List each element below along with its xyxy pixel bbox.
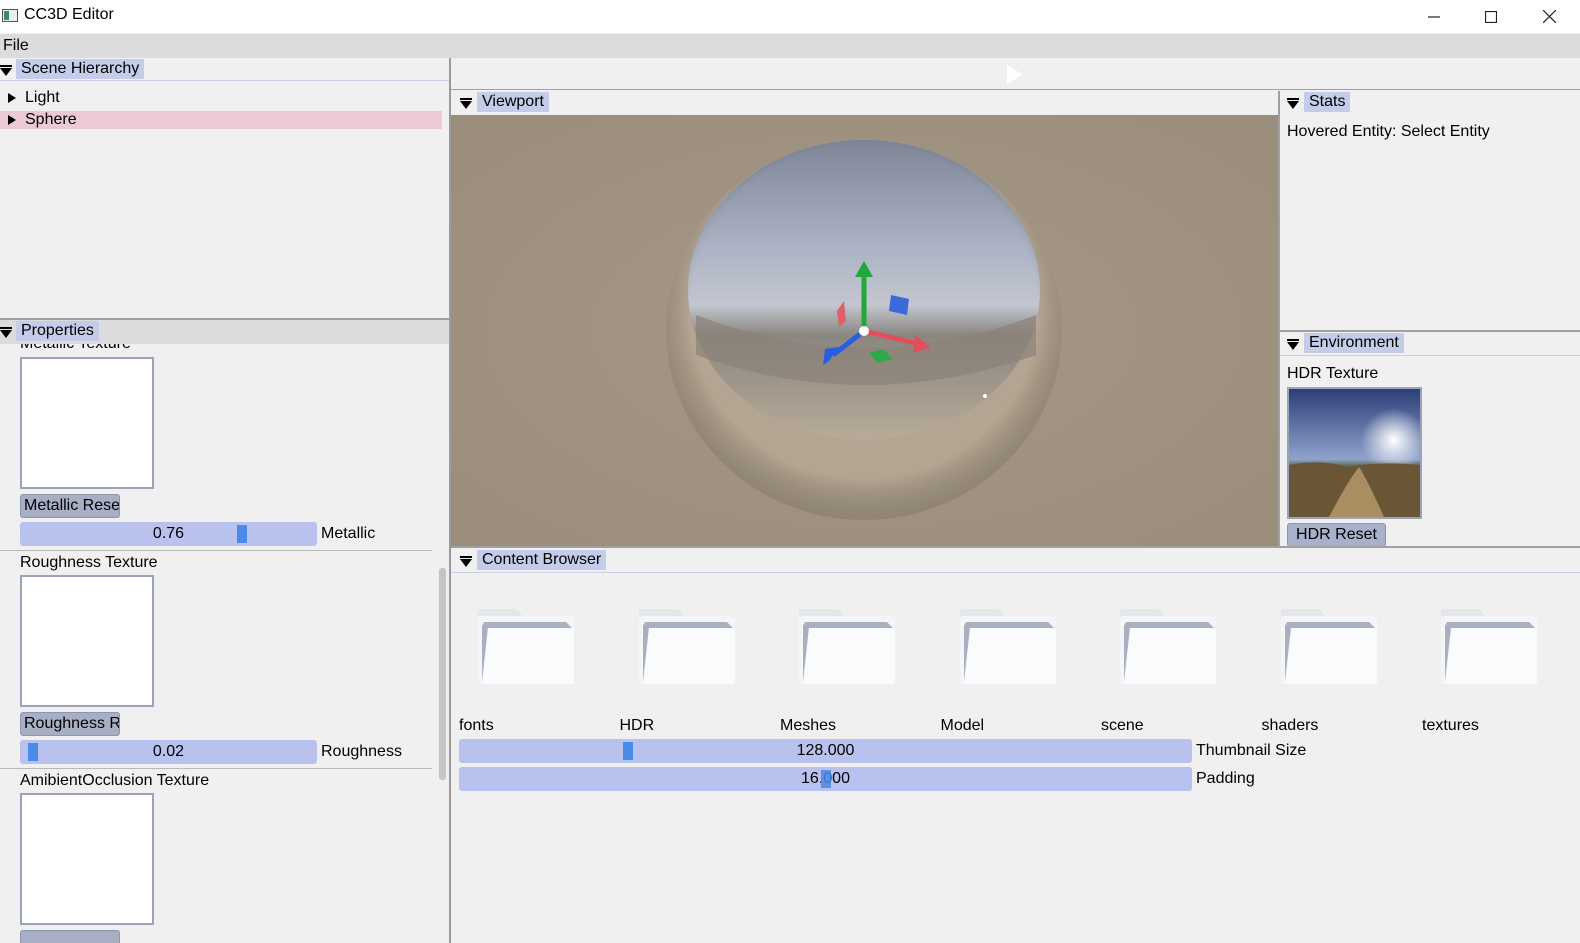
- play-icon[interactable]: [1007, 65, 1023, 84]
- metallic-label: Metallic: [321, 525, 376, 542]
- hdr-reset-button[interactable]: HDR Reset: [1287, 523, 1386, 547]
- hovered-entity-text: Hovered Entity: Select Entity: [1287, 123, 1490, 140]
- folder-item[interactable]: Meshes: [780, 588, 930, 738]
- folder-icon: [1280, 609, 1377, 684]
- properties-panel: Properties Metallic Texture Metallic Res…: [0, 320, 450, 943]
- hdr-texture-slot[interactable]: [1287, 387, 1422, 519]
- collapse-arrow-icon[interactable]: [0, 327, 12, 338]
- ao-texture-label: AmibientOcclusion Texture: [20, 772, 210, 789]
- scene-hierarchy-title: Scene Hierarchy: [16, 59, 145, 79]
- content-browser-title: Content Browser: [477, 550, 607, 570]
- maximize-icon: [1485, 10, 1497, 23]
- environment-header[interactable]: Environment: [1280, 332, 1580, 356]
- menu-bar: File: [0, 34, 1580, 58]
- roughness-texture-slot[interactable]: [20, 575, 154, 707]
- roughness-slider[interactable]: 0.02: [20, 740, 317, 764]
- properties-header[interactable]: Properties: [0, 320, 450, 344]
- collapse-arrow-icon[interactable]: [460, 556, 472, 567]
- metallic-reset-button[interactable]: Metallic Rese: [20, 494, 120, 518]
- viewport-title: Viewport: [477, 92, 549, 112]
- stats-panel: Stats Hovered Entity: Select Entity: [1280, 91, 1580, 331]
- roughness-texture-label: Roughness Texture: [20, 554, 158, 571]
- content-browser-panel: Content Browser fonts HDR Meshes Model scene…: [451, 548, 1580, 943]
- padding-label: Padding: [1196, 770, 1255, 787]
- tree-item-sphere[interactable]: Sphere: [0, 111, 442, 129]
- slider-grab[interactable]: [623, 742, 633, 760]
- close-icon: [1542, 10, 1556, 23]
- slider-grab[interactable]: [28, 743, 38, 761]
- collapse-arrow-icon[interactable]: [0, 65, 12, 76]
- metallic-slider[interactable]: 0.76: [20, 522, 317, 546]
- minimize-button[interactable]: [1405, 0, 1463, 33]
- thumbnail-size-label: Thumbnail Size: [1196, 742, 1307, 759]
- minimize-icon: [1428, 15, 1440, 18]
- folder-item[interactable]: scene: [1101, 588, 1251, 738]
- menu-file[interactable]: File: [3, 37, 29, 55]
- collapse-arrow-icon[interactable]: [1287, 339, 1299, 350]
- toolbar: [451, 58, 1580, 90]
- scene-hierarchy-header[interactable]: Scene Hierarchy: [0, 58, 450, 82]
- folder-name: Model: [940, 717, 985, 734]
- scrollbar-thumb[interactable]: [439, 568, 446, 780]
- roughness-reset-button[interactable]: Roughness R: [20, 712, 120, 736]
- environment-panel: Environment HDR Texture HDR Reset: [1280, 332, 1580, 547]
- folder-icon: [478, 609, 574, 684]
- stats-header[interactable]: Stats: [1280, 91, 1580, 115]
- slider-grab[interactable]: [237, 525, 247, 543]
- folder-icon: [1441, 609, 1537, 684]
- folder-name: HDR: [619, 717, 655, 734]
- folder-name: Meshes: [780, 717, 837, 734]
- folder-name: shaders: [1261, 717, 1319, 734]
- content-browser-header[interactable]: Content Browser: [451, 549, 1580, 573]
- properties-scrollbar[interactable]: [436, 344, 450, 943]
- thumbnail-size-value: 128.000: [796, 742, 855, 759]
- stats-title: Stats: [1304, 92, 1351, 112]
- folder-item[interactable]: shaders: [1262, 588, 1412, 738]
- expand-arrow-icon[interactable]: [8, 93, 16, 103]
- tree-item-label: Light: [25, 89, 60, 106]
- folder-name: scene: [1101, 717, 1144, 734]
- folder-icon: [638, 609, 735, 684]
- ao-reset-button[interactable]: [20, 930, 120, 943]
- thumbnail-size-slider[interactable]: 128.000: [459, 739, 1192, 763]
- folder-icon: [959, 609, 1056, 684]
- viewport-header[interactable]: Viewport: [451, 91, 1278, 115]
- hdr-thumbnail: [1289, 389, 1420, 517]
- tree-item-light[interactable]: Light: [0, 88, 442, 108]
- roughness-slider-value: 0.02: [152, 743, 185, 760]
- folder-name: fonts: [459, 717, 494, 734]
- viewport-panel: Viewport: [451, 91, 1278, 547]
- viewport-canvas[interactable]: [451, 115, 1278, 547]
- environment-title: Environment: [1304, 333, 1404, 353]
- title-bar: CC3D Editor: [0, 0, 1580, 33]
- properties-content: Metallic Texture Metallic Rese 0.76 Meta…: [0, 344, 436, 943]
- folder-icon: [799, 609, 895, 684]
- padding-slider[interactable]: 16.000: [459, 767, 1192, 791]
- tree-item-label: Sphere: [25, 111, 77, 128]
- expand-arrow-icon[interactable]: [8, 115, 16, 125]
- folder-item[interactable]: HDR: [620, 588, 770, 738]
- folder-name: textures: [1422, 717, 1479, 734]
- metallic-texture-slot[interactable]: [20, 357, 154, 489]
- close-button[interactable]: [1520, 0, 1578, 33]
- roughness-label: Roughness: [321, 743, 402, 760]
- folder-item[interactable]: fonts: [459, 588, 609, 738]
- metallic-texture-label: Metallic Texture: [20, 344, 131, 353]
- metallic-slider-value: 0.76: [152, 525, 185, 542]
- folder-icon: [1120, 609, 1216, 684]
- collapse-arrow-icon[interactable]: [460, 98, 472, 109]
- hdr-texture-label: HDR Texture: [1287, 365, 1379, 382]
- slider-grab[interactable]: [821, 770, 831, 788]
- ao-texture-slot[interactable]: [20, 793, 154, 925]
- folder-item[interactable]: textures: [1422, 588, 1572, 738]
- app-icon: [2, 9, 18, 22]
- properties-title: Properties: [16, 321, 99, 341]
- window-title: CC3D Editor: [24, 6, 114, 23]
- collapse-arrow-icon[interactable]: [1287, 98, 1299, 109]
- folder-item[interactable]: Model: [941, 588, 1091, 738]
- scene-render: [451, 115, 1278, 547]
- scene-hierarchy-panel: Scene Hierarchy Light Sphere: [0, 58, 450, 320]
- maximize-button[interactable]: [1462, 0, 1520, 33]
